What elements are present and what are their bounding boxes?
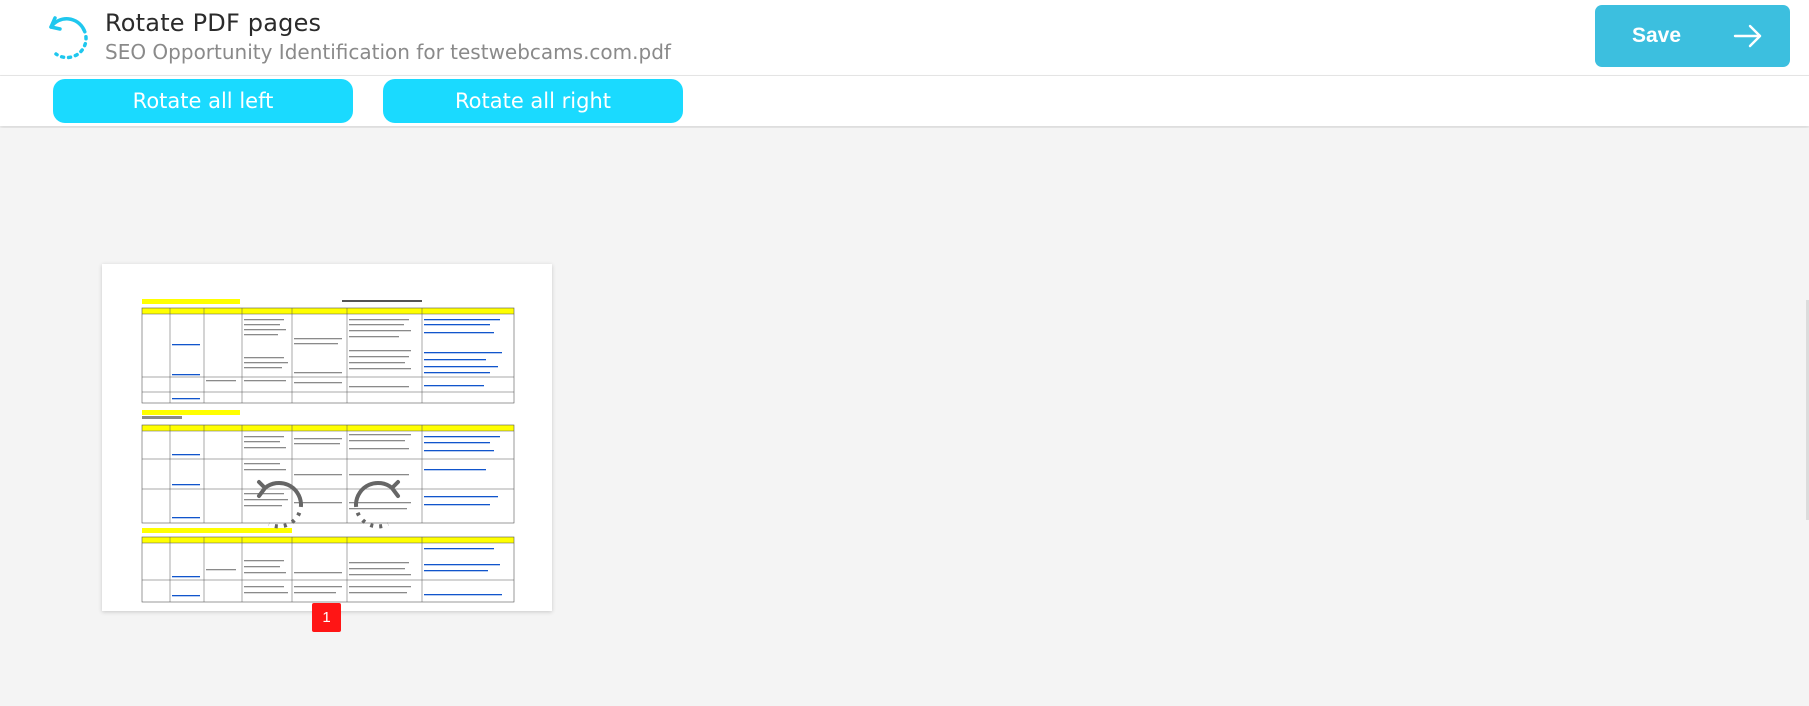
rotate-dotted-icon xyxy=(49,16,88,60)
arrow-right-icon xyxy=(1733,24,1762,48)
file-name: SEO Opportunity Identification for testw… xyxy=(105,40,671,64)
page-title: Rotate PDF pages xyxy=(105,9,322,37)
rotate-right-icon[interactable] xyxy=(340,474,410,534)
toolbar: Rotate all left Rotate all right xyxy=(0,76,1809,126)
page-preview-image xyxy=(141,299,515,603)
rotate-all-right-button[interactable]: Rotate all right xyxy=(383,79,683,123)
page-thumbnail[interactable] xyxy=(102,264,552,611)
rotate-all-left-button[interactable]: Rotate all left xyxy=(53,79,353,123)
page-number-badge: 1 xyxy=(312,603,341,632)
header-bar: Rotate PDF pages SEO Opportunity Identif… xyxy=(0,0,1809,76)
rotate-left-icon[interactable] xyxy=(247,474,317,534)
save-button-label: Save xyxy=(1632,24,1682,47)
save-button[interactable]: Save xyxy=(1595,5,1790,67)
